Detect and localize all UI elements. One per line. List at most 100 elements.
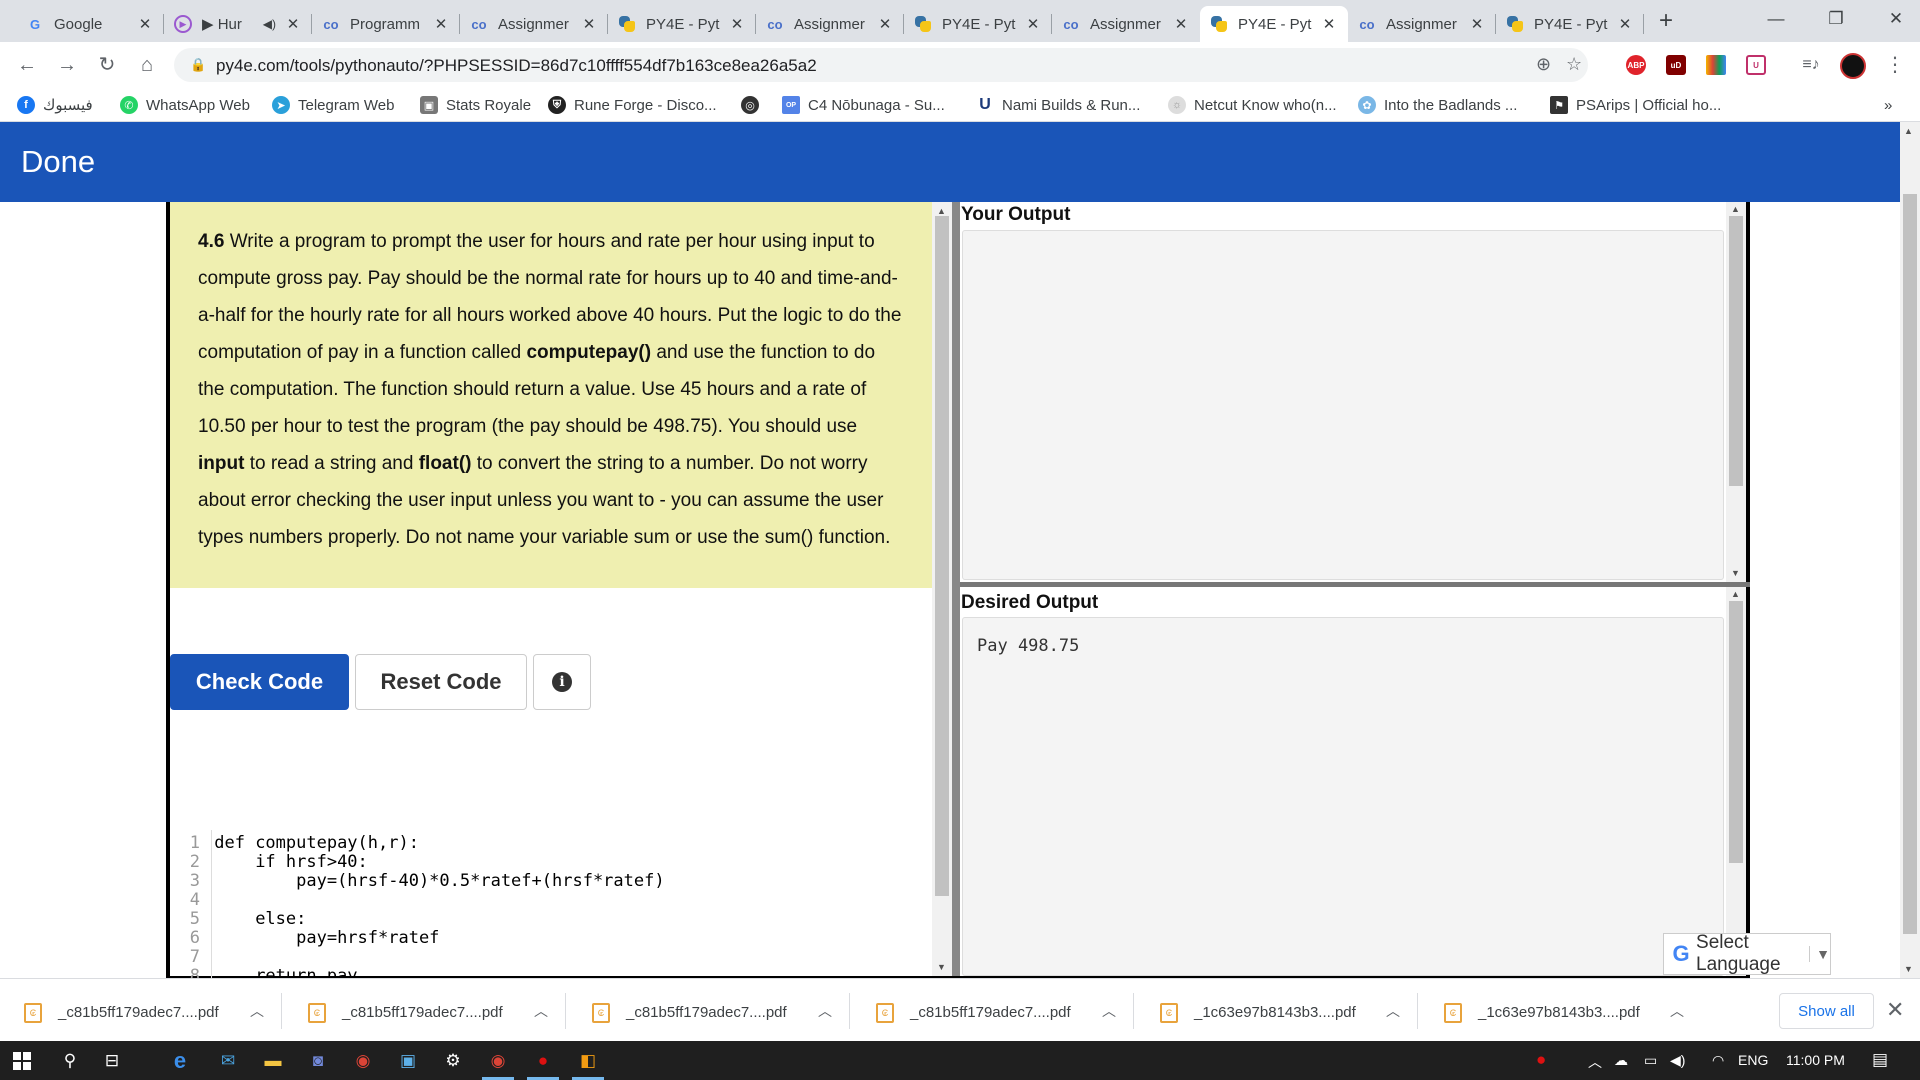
- discord-icon[interactable]: ◙: [296, 1041, 340, 1080]
- restore-button[interactable]: ❐: [1806, 0, 1866, 40]
- chrome-icon[interactable]: ◉: [341, 1041, 385, 1080]
- code-line[interactable]: 6 pay=hrsf*ratef: [170, 929, 440, 948]
- download-item[interactable]: ₢ _c81b5ff179adec7....pdf ︿: [284, 979, 566, 1041]
- chevron-up-icon[interactable]: ︿: [534, 1001, 548, 1021]
- ublock-extension-icon[interactable]: uD: [1666, 55, 1686, 75]
- bookmark-netcut[interactable]: ☼ Netcut Know who(n...: [1168, 94, 1337, 116]
- forward-button[interactable]: →: [52, 50, 82, 80]
- orange-app-icon[interactable]: ◧: [566, 1041, 610, 1080]
- tab-discord[interactable]: ▶ ▶ Hur ◀) ✕: [164, 6, 312, 42]
- close-download-shelf-icon[interactable]: ✕: [1886, 997, 1904, 1023]
- chevron-up-icon[interactable]: ︿: [818, 1001, 832, 1021]
- scroll-up-arrow[interactable]: ▲: [1731, 204, 1740, 214]
- search-icon[interactable]: ⚲: [48, 1041, 92, 1080]
- bookmark-globe[interactable]: ◎: [741, 94, 767, 116]
- tab-coursera-assignment[interactable]: co Assignmer ✕: [756, 6, 904, 42]
- clock[interactable]: 11:00 PM: [1786, 1052, 1845, 1068]
- photos-icon[interactable]: ▣: [386, 1041, 430, 1080]
- adblock-extension-icon[interactable]: ABP: [1626, 55, 1646, 75]
- wifi-icon[interactable]: ◠: [1712, 1052, 1724, 1069]
- url-text[interactable]: py4e.com/tools/pythonauto/?PHPSESSID=86d…: [216, 56, 817, 76]
- desired-output-scrollbar[interactable]: ▲: [1726, 587, 1746, 976]
- download-item[interactable]: ₢ _1c63e97b8143b3....pdf ︿: [1420, 979, 1702, 1041]
- zoom-icon[interactable]: ⊕: [1536, 54, 1551, 75]
- edge-icon[interactable]: e: [158, 1041, 202, 1080]
- check-code-button[interactable]: Check Code: [170, 654, 349, 710]
- left-pane-scrollbar[interactable]: ▲ ▼: [932, 202, 952, 976]
- download-item[interactable]: ₢ _c81b5ff179adec7....pdf ︿: [0, 979, 282, 1041]
- scrollbar-thumb[interactable]: [1729, 216, 1743, 486]
- settings-icon[interactable]: ⚙: [431, 1041, 475, 1080]
- new-tab-button[interactable]: +: [1652, 8, 1680, 36]
- bookmark-whatsapp[interactable]: ✆ WhatsApp Web: [120, 94, 250, 116]
- show-all-downloads-button[interactable]: Show all: [1779, 993, 1874, 1029]
- address-bar[interactable]: 🔒 py4e.com/tools/pythonauto/?PHPSESSID=8…: [174, 48, 1588, 82]
- code-editor[interactable]: 1 def computepay(h,r): 2 if hrsf>40: 3 p…: [170, 710, 932, 978]
- close-icon[interactable]: ✕: [136, 15, 154, 33]
- bookmark-telegram[interactable]: ➤ Telegram Web: [272, 94, 394, 116]
- close-icon[interactable]: ✕: [876, 15, 894, 33]
- tab-coursera-assignment[interactable]: co Assignmer ✕: [1348, 6, 1496, 42]
- bookmark-stats-royale[interactable]: ▣ Stats Royale: [420, 94, 531, 116]
- chevron-up-icon[interactable]: ︿: [250, 1001, 264, 1021]
- tab-py4e[interactable]: PY4E - Pyt ✕: [904, 6, 1052, 42]
- scrollbar-thumb[interactable]: [1729, 601, 1743, 863]
- file-explorer-icon[interactable]: ▬: [251, 1041, 295, 1080]
- cloud-icon[interactable]: ☁: [1614, 1052, 1628, 1069]
- download-item[interactable]: ₢ _c81b5ff179adec7....pdf ︿: [852, 979, 1134, 1041]
- mail-icon[interactable]: ✉: [206, 1041, 250, 1080]
- windows-start-icon[interactable]: [0, 1041, 44, 1080]
- dropdown-arrow-icon[interactable]: ▼: [1809, 946, 1830, 962]
- menu-icon[interactable]: ⋮: [1880, 50, 1910, 80]
- code-line[interactable]: 7: [170, 948, 214, 967]
- red-app-icon[interactable]: ●: [521, 1041, 565, 1080]
- close-icon[interactable]: ✕: [1468, 15, 1486, 33]
- bookmark-rune-forge[interactable]: ⛨ Rune Forge - Disco...: [548, 94, 717, 116]
- window-close-button[interactable]: ✕: [1866, 0, 1920, 40]
- scrollbar-thumb[interactable]: [1903, 194, 1917, 934]
- bookmark-u-gg[interactable]: U Nami Builds & Run...: [976, 94, 1140, 116]
- audio-icon[interactable]: ◀): [263, 17, 276, 31]
- reset-code-button[interactable]: Reset Code: [355, 654, 527, 710]
- home-button[interactable]: ⌂: [132, 50, 162, 80]
- tab-py4e[interactable]: PY4E - Pyt ✕: [1496, 6, 1644, 42]
- battery-icon[interactable]: ▭: [1644, 1052, 1657, 1069]
- close-icon[interactable]: ✕: [1172, 15, 1190, 33]
- back-button[interactable]: ←: [12, 50, 42, 80]
- notifications-icon[interactable]: ▤: [1872, 1050, 1888, 1070]
- page-scrollbar[interactable]: ▲ ▼: [1900, 122, 1920, 978]
- close-icon[interactable]: ✕: [728, 15, 746, 33]
- bookmark-star-icon[interactable]: ☆: [1566, 54, 1582, 75]
- media-control-icon[interactable]: ≡♪: [1796, 50, 1826, 80]
- task-view-icon[interactable]: ⊟: [90, 1041, 134, 1080]
- download-item[interactable]: ₢ _1c63e97b8143b3....pdf ︿: [1136, 979, 1418, 1041]
- profile-avatar[interactable]: [1840, 53, 1866, 79]
- scroll-up-arrow[interactable]: ▲: [1904, 126, 1913, 136]
- tray-app-icon[interactable]: ●: [1536, 1050, 1546, 1070]
- chrome-active-icon[interactable]: ◉: [476, 1041, 520, 1080]
- code-line[interactable]: 1 def computepay(h,r):: [170, 834, 419, 853]
- tab-coursera-assignment[interactable]: co Assignmer ✕: [1052, 6, 1200, 42]
- scrollbar-thumb[interactable]: [935, 216, 949, 896]
- chevron-up-icon[interactable]: ︿: [1670, 1001, 1684, 1021]
- minimize-button[interactable]: —: [1746, 0, 1806, 40]
- close-icon[interactable]: ✕: [284, 15, 302, 33]
- chevron-up-icon[interactable]: ︿: [1102, 1001, 1116, 1021]
- tab-coursera-programming[interactable]: co Programm ✕: [312, 6, 460, 42]
- download-item[interactable]: ₢ _c81b5ff179adec7....pdf ︿: [568, 979, 850, 1041]
- tab-coursera-assignment[interactable]: co Assignmer ✕: [460, 6, 608, 42]
- chevron-up-icon[interactable]: ︿: [1588, 1052, 1602, 1072]
- tab-py4e[interactable]: PY4E - Pyt ✕: [608, 6, 756, 42]
- your-output-scrollbar[interactable]: ▲ ▼: [1726, 202, 1746, 582]
- close-icon[interactable]: ✕: [1320, 15, 1338, 33]
- close-icon[interactable]: ✕: [432, 15, 450, 33]
- code-line[interactable]: 2 if hrsf>40:: [170, 853, 368, 872]
- scroll-down-arrow[interactable]: ▼: [1904, 964, 1913, 974]
- code-line[interactable]: 3 pay=(hrsf-40)*0.5*ratef+(hrsf*ratef): [170, 872, 665, 891]
- tab-py4e-active[interactable]: PY4E - Pyt ✕: [1200, 6, 1348, 42]
- scroll-down-arrow[interactable]: ▼: [937, 962, 946, 972]
- bookmark-into-the-badlands[interactable]: ✿ Into the Badlands ...: [1358, 94, 1517, 116]
- bookmark-psarips[interactable]: ⚑ PSArips | Official ho...: [1550, 94, 1721, 116]
- language-indicator[interactable]: ENG: [1738, 1052, 1768, 1068]
- tab-google[interactable]: G Google ✕: [16, 6, 164, 42]
